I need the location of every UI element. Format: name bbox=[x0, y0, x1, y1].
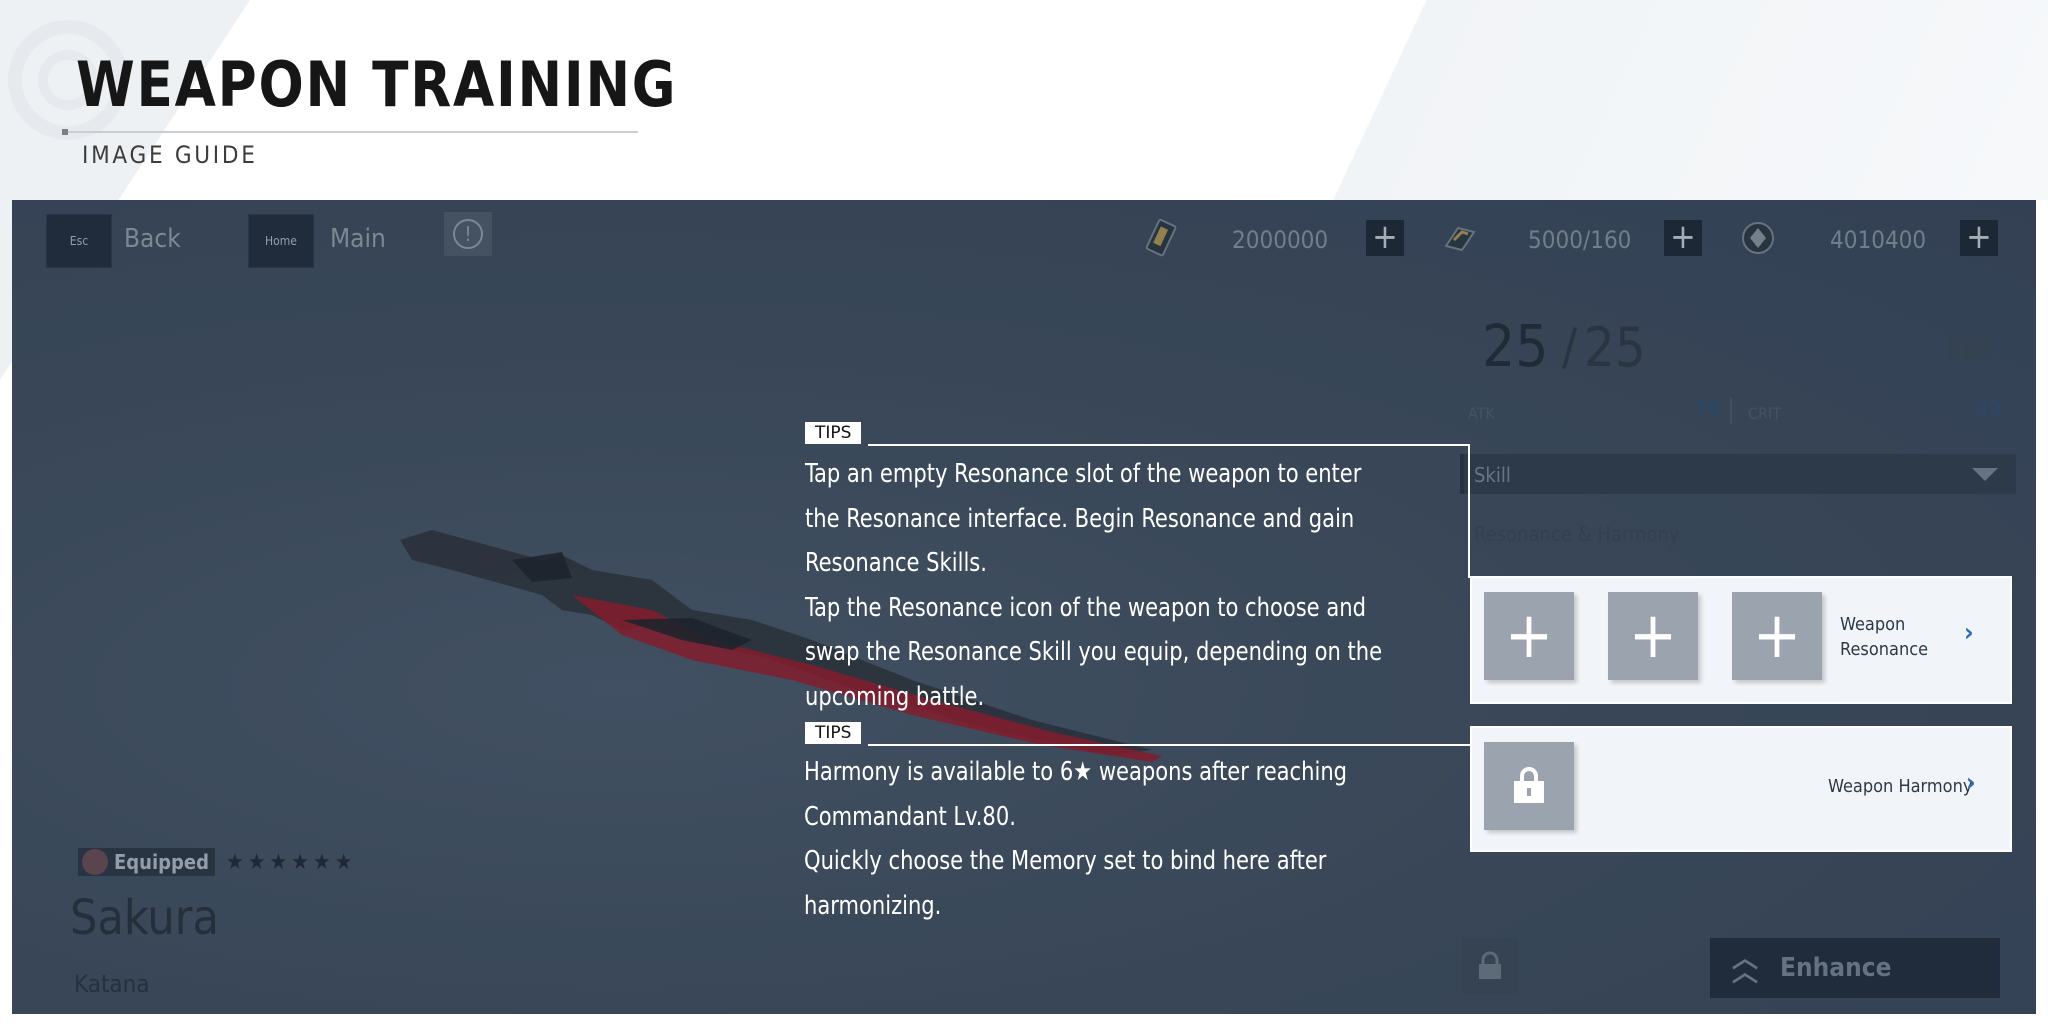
chevron-right-icon: › bbox=[1966, 768, 1976, 798]
crit-value: 49 bbox=[1976, 398, 2002, 423]
weapon-resonance-label: Weapon Resonance bbox=[1840, 614, 1929, 660]
enhance-button[interactable]: ︿ ︿ Enhance bbox=[1710, 938, 2000, 998]
lock-icon bbox=[1479, 951, 1501, 979]
stamina-icon bbox=[1444, 226, 1476, 252]
tips-2-paragraph-2: Quickly choose the Memory set to bind he… bbox=[804, 846, 1327, 921]
equipped-badge: Equipped bbox=[78, 848, 215, 876]
lock-icon bbox=[1514, 767, 1544, 803]
resource-value-2: 5000/160 bbox=[1528, 226, 1632, 254]
tips-1-paragraph-1: Tap an empty Resonance slot of the weapo… bbox=[805, 459, 1362, 578]
skill-dropdown-label: Skill bbox=[1474, 463, 1511, 487]
add-resource-2-button[interactable]: + bbox=[1664, 220, 1702, 256]
lock-toggle-button[interactable] bbox=[1462, 938, 1518, 994]
info-button[interactable]: ! bbox=[444, 212, 492, 256]
stats-row: ATK 79 CRIT 49 bbox=[1468, 396, 2010, 426]
resource-value-3: 4010400 bbox=[1830, 226, 1927, 254]
tips-text-1: Tap an empty Resonance slot of the weapo… bbox=[805, 452, 1390, 719]
level-current: 25 bbox=[1482, 312, 1549, 380]
weapon-type: Katana bbox=[74, 970, 150, 998]
equipped-label: Equipped bbox=[114, 850, 209, 874]
resonance-slot-2[interactable]: + bbox=[1608, 592, 1698, 680]
plus-icon: + bbox=[1504, 599, 1554, 673]
tips-text-2: Harmony is available to 6★ weapons after… bbox=[804, 750, 1389, 928]
resonance-slot-1[interactable]: + bbox=[1484, 592, 1574, 680]
resource-value-1: 2000000 bbox=[1232, 226, 1329, 254]
resonance-slot-3[interactable]: + bbox=[1732, 592, 1822, 680]
tips-connector-line-1 bbox=[868, 444, 1470, 446]
crystal-icon bbox=[1742, 222, 1774, 254]
weapon-harmony-card[interactable]: Weapon Harmony › bbox=[1470, 726, 2012, 852]
double-chevron-up-icon: ︿ ︿ bbox=[1732, 944, 1759, 988]
header-background-shape-right bbox=[1328, 0, 2048, 200]
skill-dropdown[interactable]: Skill bbox=[1460, 454, 2016, 494]
top-bar: Esc Back Home Main ! 2000000 + 5000/160 … bbox=[12, 200, 2036, 280]
tips-connector-line-2 bbox=[868, 744, 1472, 746]
weapon-resonance-card[interactable]: + + + Weapon Resonance › bbox=[1470, 576, 2012, 704]
plus-icon: + bbox=[1752, 599, 1802, 673]
tips-1-paragraph-2: Tap the Resonance icon of the weapon to … bbox=[805, 592, 1383, 712]
page-subtitle: IMAGE GUIDE bbox=[82, 141, 258, 169]
title-divider-dot bbox=[62, 129, 68, 135]
atk-value: 79 bbox=[1694, 398, 1720, 423]
weapon-harmony-label: Weapon Harmony bbox=[1828, 776, 1973, 797]
harmony-slot-locked bbox=[1484, 742, 1574, 830]
stat-divider bbox=[1730, 398, 1732, 424]
chevron-right-icon: › bbox=[1964, 618, 1974, 648]
add-resource-3-button[interactable]: + bbox=[1960, 220, 1998, 256]
tips-tag-2: TIPS bbox=[805, 722, 862, 744]
back-button[interactable]: Back bbox=[124, 224, 181, 254]
currency-card-icon bbox=[1145, 218, 1177, 257]
atk-label: ATK bbox=[1468, 404, 1495, 423]
avatar bbox=[82, 849, 108, 875]
esc-key-hint[interactable]: Esc bbox=[46, 214, 112, 268]
tips-tag-1: TIPS bbox=[805, 422, 862, 444]
level-max: 25 bbox=[1584, 316, 1646, 379]
rarity-stars: ★★★★★★ bbox=[226, 850, 357, 875]
chevron-down-icon bbox=[1972, 468, 1998, 481]
resonance-harmony-section-label: Resonance & Harmony bbox=[1474, 522, 1680, 546]
tips-2-paragraph-1: Harmony is available to 6★ weapons after… bbox=[804, 757, 1348, 832]
enhance-label: Enhance bbox=[1780, 953, 1892, 983]
info-icon: ! bbox=[453, 219, 483, 249]
level-separator: / bbox=[1562, 318, 1578, 376]
add-resource-1-button[interactable]: + bbox=[1366, 220, 1404, 256]
home-key-hint[interactable]: Home bbox=[248, 214, 314, 268]
tips-connector-vline-1 bbox=[1468, 444, 1470, 578]
page-title: WEAPON TRAINING bbox=[76, 48, 678, 121]
weapon-name: Sakura bbox=[70, 890, 219, 946]
main-button[interactable]: Main bbox=[330, 224, 386, 254]
crit-label: CRIT bbox=[1748, 404, 1782, 423]
plus-icon: + bbox=[1628, 599, 1678, 673]
level-bars-icon bbox=[1948, 332, 1990, 360]
title-divider bbox=[64, 131, 638, 133]
